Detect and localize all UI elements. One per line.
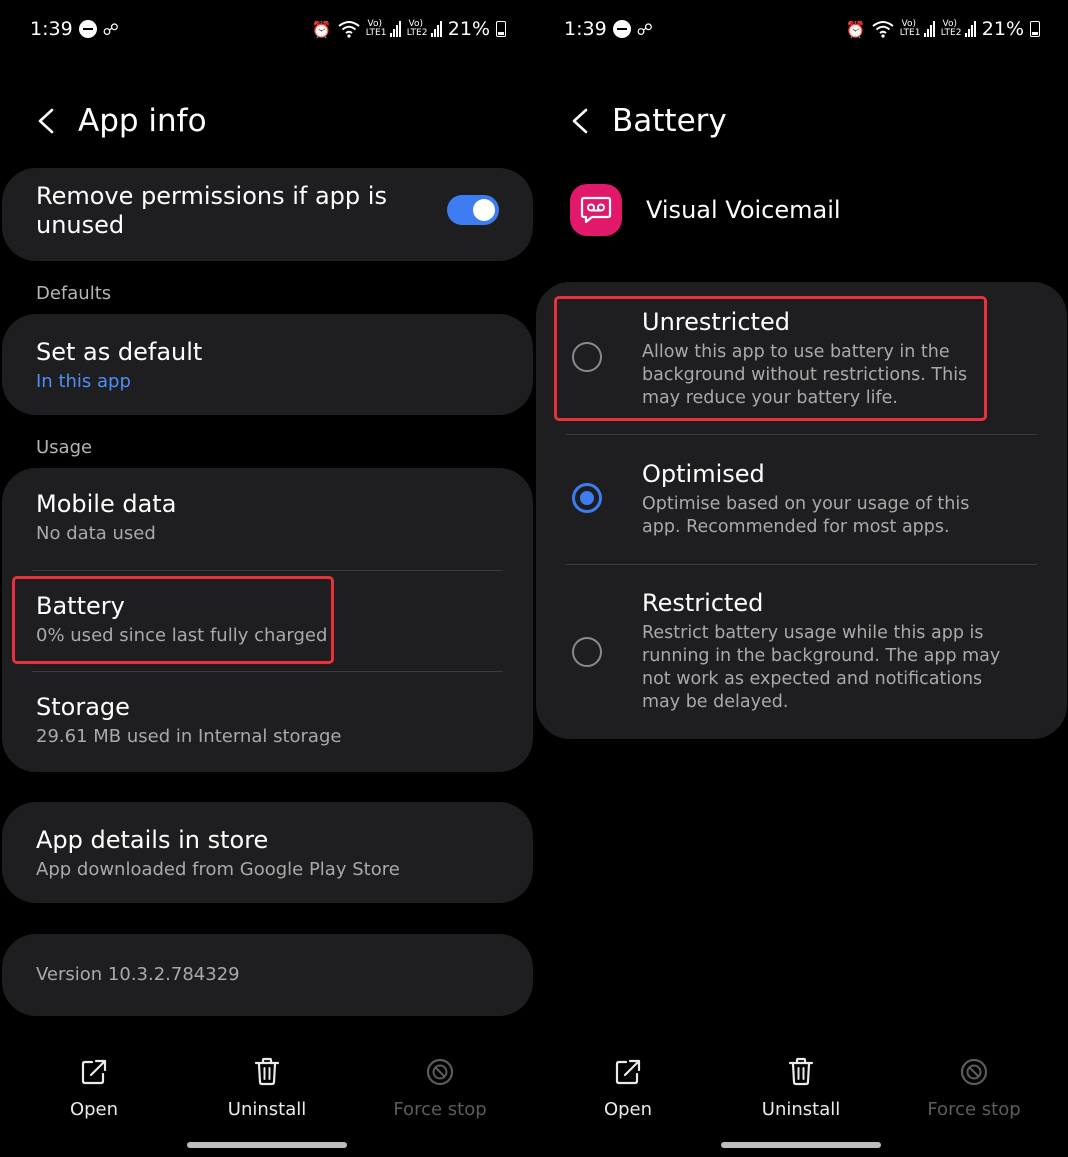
remove-permissions-card[interactable]: Remove permissions if app is unused: [2, 168, 533, 261]
battery-highlight-box: [12, 576, 334, 664]
radio-restricted[interactable]: [572, 637, 602, 667]
option-description: Optimise based on your usage of this app…: [642, 494, 970, 537]
force-stop-label: Force stop: [927, 1099, 1021, 1120]
set-as-default-subtitle: In this app: [36, 371, 131, 392]
page-title: Battery: [612, 103, 727, 139]
home-indicator[interactable]: [721, 1142, 881, 1148]
app-info-screen: 1:39 ☍ ⏰ Vo) LTE1 Vo) LTE2 21% App info …: [0, 0, 534, 1157]
usage-section-label: Usage: [36, 437, 93, 458]
storage-subtitle: 29.61 MB used in Internal storage: [36, 726, 342, 747]
wifi-icon: [872, 21, 894, 38]
battery-icon: [496, 21, 506, 37]
remove-permissions-label: Remove permissions if app is unused: [36, 182, 387, 239]
battery-screen: 1:39 ☍ ⏰ Vo) LTE1 Vo) LTE2 21% Battery V…: [534, 0, 1068, 1157]
mobile-data-subtitle: No data used: [36, 523, 156, 544]
divider: [32, 671, 503, 672]
page-header: App info: [0, 96, 207, 146]
status-bar: 1:39 ☍ ⏰ Vo) LTE1 Vo) LTE2 21%: [0, 18, 534, 48]
bottom-action-bar: Open Uninstall Force stop: [534, 1055, 1068, 1125]
force-stop-icon: [960, 1058, 988, 1086]
force-stop-button[interactable]: Force stop: [914, 1055, 1034, 1120]
link-icon: ☍: [636, 19, 653, 39]
app-details-card[interactable]: App details in store App downloaded from…: [2, 802, 533, 903]
signal-icon: [430, 21, 442, 37]
app-details-title: App details in store: [36, 826, 269, 854]
back-chevron-icon: [38, 108, 54, 134]
option-restricted[interactable]: Restricted Restrict battery usage while …: [536, 565, 1067, 739]
uninstall-label: Uninstall: [761, 1099, 841, 1120]
force-stop-icon: [426, 1058, 454, 1086]
sim2-label: Vo) LTE2: [406, 19, 428, 38]
battery-icon: [1030, 21, 1040, 37]
mobile-data-item[interactable]: Mobile data No data used: [2, 490, 533, 544]
sim1-label: Vo) LTE1: [899, 19, 921, 38]
open-button[interactable]: Open: [34, 1055, 154, 1120]
defaults-section-label: Defaults: [36, 283, 112, 304]
app-header: Visual Voicemail: [570, 184, 841, 236]
wifi-icon: [338, 21, 360, 38]
force-stop-button[interactable]: Force stop: [380, 1055, 500, 1120]
set-as-default-card[interactable]: Set as default In this app: [2, 314, 533, 415]
option-optimised[interactable]: Optimised Optimise based on your usage o…: [536, 435, 1067, 564]
page-title: App info: [78, 103, 207, 139]
option-description: Restrict battery usage while this app is…: [642, 623, 1001, 712]
open-external-icon: [81, 1059, 107, 1085]
storage-item[interactable]: Storage 29.61 MB used in Internal storag…: [2, 693, 533, 747]
battery-percent: 21%: [981, 18, 1024, 40]
remove-permissions-toggle[interactable]: [447, 195, 499, 225]
storage-title: Storage: [36, 693, 130, 721]
uninstall-button[interactable]: Uninstall: [207, 1055, 327, 1120]
status-bar: 1:39 ☍ ⏰ Vo) LTE1 Vo) LTE2 21%: [534, 18, 1068, 48]
unrestricted-highlight-box: [554, 296, 987, 421]
uninstall-button[interactable]: Uninstall: [741, 1055, 861, 1120]
divider: [32, 570, 503, 571]
back-button[interactable]: [560, 101, 600, 141]
battery-percent: 21%: [447, 18, 490, 40]
set-as-default-title: Set as default: [36, 338, 203, 366]
sim1-label: Vo) LTE1: [365, 19, 387, 38]
force-stop-label: Force stop: [393, 1099, 487, 1120]
back-chevron-icon: [572, 108, 588, 134]
version-card: Version 10.3.2.784329: [2, 934, 533, 1016]
uninstall-label: Uninstall: [227, 1099, 307, 1120]
alarm-icon: ⏰: [845, 19, 866, 39]
sim2-label: Vo) LTE2: [940, 19, 962, 38]
page-header: Battery: [534, 96, 727, 146]
option-title: Restricted: [642, 589, 764, 617]
option-title: Optimised: [642, 460, 765, 488]
alarm-icon: ⏰: [311, 19, 332, 39]
status-time: 1:39: [30, 18, 73, 40]
status-time: 1:39: [564, 18, 607, 40]
trash-icon: [788, 1057, 814, 1086]
mobile-data-title: Mobile data: [36, 490, 177, 518]
open-label: Open: [69, 1099, 119, 1120]
app-details-subtitle: App downloaded from Google Play Store: [36, 859, 400, 880]
signal-icon: [389, 21, 401, 37]
signal-icon: [923, 21, 935, 37]
home-indicator[interactable]: [187, 1142, 347, 1148]
signal-icon: [964, 21, 976, 37]
bottom-action-bar: Open Uninstall Force stop: [0, 1055, 534, 1125]
version-text: Version 10.3.2.784329: [36, 964, 240, 985]
do-not-disturb-icon: [612, 20, 631, 38]
open-label: Open: [603, 1099, 653, 1120]
open-external-icon: [615, 1059, 641, 1085]
trash-icon: [254, 1057, 280, 1086]
do-not-disturb-icon: [78, 20, 97, 38]
app-name: Visual Voicemail: [646, 196, 841, 224]
link-icon: ☍: [102, 19, 119, 39]
open-button[interactable]: Open: [568, 1055, 688, 1120]
radio-optimised[interactable]: [572, 483, 602, 513]
back-button[interactable]: [26, 101, 66, 141]
voicemail-icon: [570, 184, 622, 236]
